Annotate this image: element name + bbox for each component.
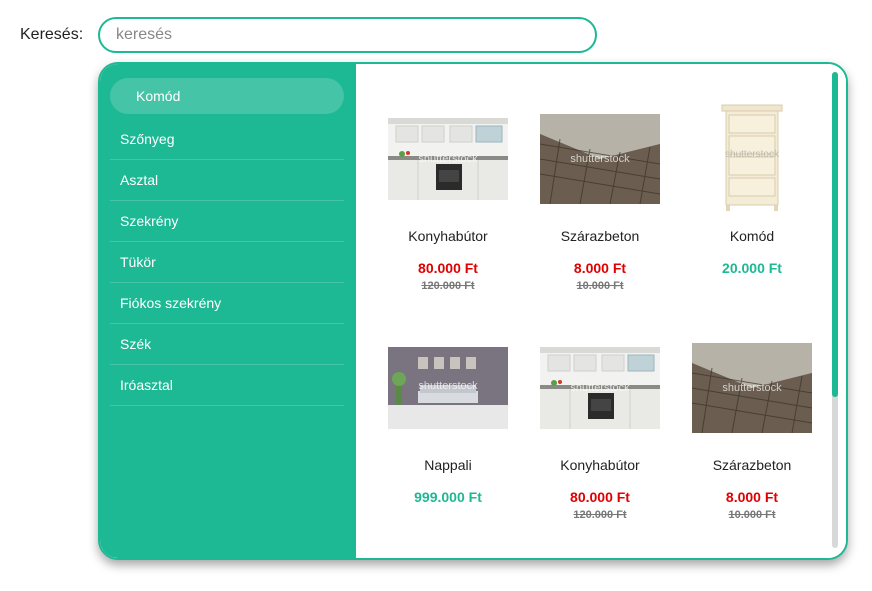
scrollbar-thumb[interactable] (832, 72, 838, 397)
category-item-iroasztal[interactable]: Iróasztal (110, 365, 344, 406)
product-name: Konyhabútor (408, 228, 488, 244)
dropdown-panel: Komód Szőnyeg Asztal Szekrény Tükör Fiók… (98, 62, 848, 560)
product-old-price: 10.000 Ft (576, 280, 624, 292)
living-room-image: shutterstock (388, 347, 508, 429)
product-card[interactable]: shutterstock Szárazbeton 8.000 Ft 10.000… (530, 104, 670, 292)
product-price: 80.000 Ft (570, 489, 630, 505)
category-item-asztal[interactable]: Asztal (110, 160, 344, 201)
product-scrollbar[interactable] (832, 72, 838, 548)
product-grid: shutterstock Konyhabútor 80.000 Ft 120.0… (356, 64, 846, 558)
product-name: Szárazbeton (712, 457, 792, 473)
svg-text:shutterstock: shutterstock (725, 149, 780, 160)
product-card[interactable]: shutterstock Szárazbeton 8.000 Ft 10.000… (682, 333, 822, 521)
product-price: 20.000 Ft (722, 260, 782, 276)
category-item-fiokos-szekreny[interactable]: Fiókos szekrény (110, 283, 344, 324)
svg-text:shutterstock: shutterstock (418, 153, 478, 165)
svg-text:shutterstock: shutterstock (418, 380, 478, 392)
svg-text:shutterstock: shutterstock (722, 382, 782, 394)
dresser-image: shutterstock (712, 103, 792, 215)
product-image[interactable]: shutterstock (388, 104, 508, 214)
product-price: 8.000 Ft (725, 489, 779, 505)
category-list: Komód Szőnyeg Asztal Szekrény Tükör Fiók… (100, 64, 356, 406)
svg-text:shutterstock: shutterstock (570, 382, 630, 394)
product-card[interactable]: shutterstock Konyhabútor 80.000 Ft 120.0… (378, 104, 518, 292)
product-old-price: 120.000 Ft (573, 509, 627, 521)
product-name: Nappali (424, 457, 472, 473)
concrete-image: shutterstock (692, 343, 812, 433)
category-item-szekreny[interactable]: Szekrény (110, 201, 344, 242)
product-image[interactable]: shutterstock (540, 333, 660, 443)
product-name: Szárazbeton (560, 228, 640, 244)
concrete-image: shutterstock (540, 114, 660, 204)
category-item-komod[interactable]: Komód (110, 78, 344, 114)
kitchen-image: shutterstock (388, 118, 508, 200)
category-item-szonyeg[interactable]: Szőnyeg (110, 119, 344, 160)
search-label: Keresés: (20, 26, 84, 43)
search-input[interactable] (98, 17, 597, 53)
product-image[interactable]: shutterstock (692, 103, 812, 215)
product-image[interactable]: shutterstock (388, 333, 508, 443)
product-card[interactable]: shutterstock Nappali 999.000 Ft (378, 333, 518, 505)
product-card[interactable]: shutterstock Komód 20.000 Ft (682, 103, 822, 276)
svg-text:shutterstock: shutterstock (570, 153, 630, 165)
product-price: 999.000 Ft (414, 489, 482, 505)
category-sidebar: Komód Szőnyeg Asztal Szekrény Tükör Fiók… (100, 64, 356, 558)
product-price: 8.000 Ft (573, 260, 627, 276)
kitchen-image: shutterstock (540, 347, 660, 429)
product-card[interactable]: shutterstock Konyhabútor 80.000 Ft 120.0… (530, 333, 670, 521)
product-image[interactable]: shutterstock (692, 333, 812, 443)
product-name: Konyhabútor (560, 457, 640, 473)
product-name: Komód (729, 228, 775, 244)
product-image[interactable]: shutterstock (540, 104, 660, 214)
category-item-tukor[interactable]: Tükör (110, 242, 344, 283)
product-old-price: 10.000 Ft (728, 509, 776, 521)
category-item-szek[interactable]: Szék (110, 324, 344, 365)
product-price: 80.000 Ft (418, 260, 478, 276)
product-old-price: 120.000 Ft (421, 280, 475, 292)
